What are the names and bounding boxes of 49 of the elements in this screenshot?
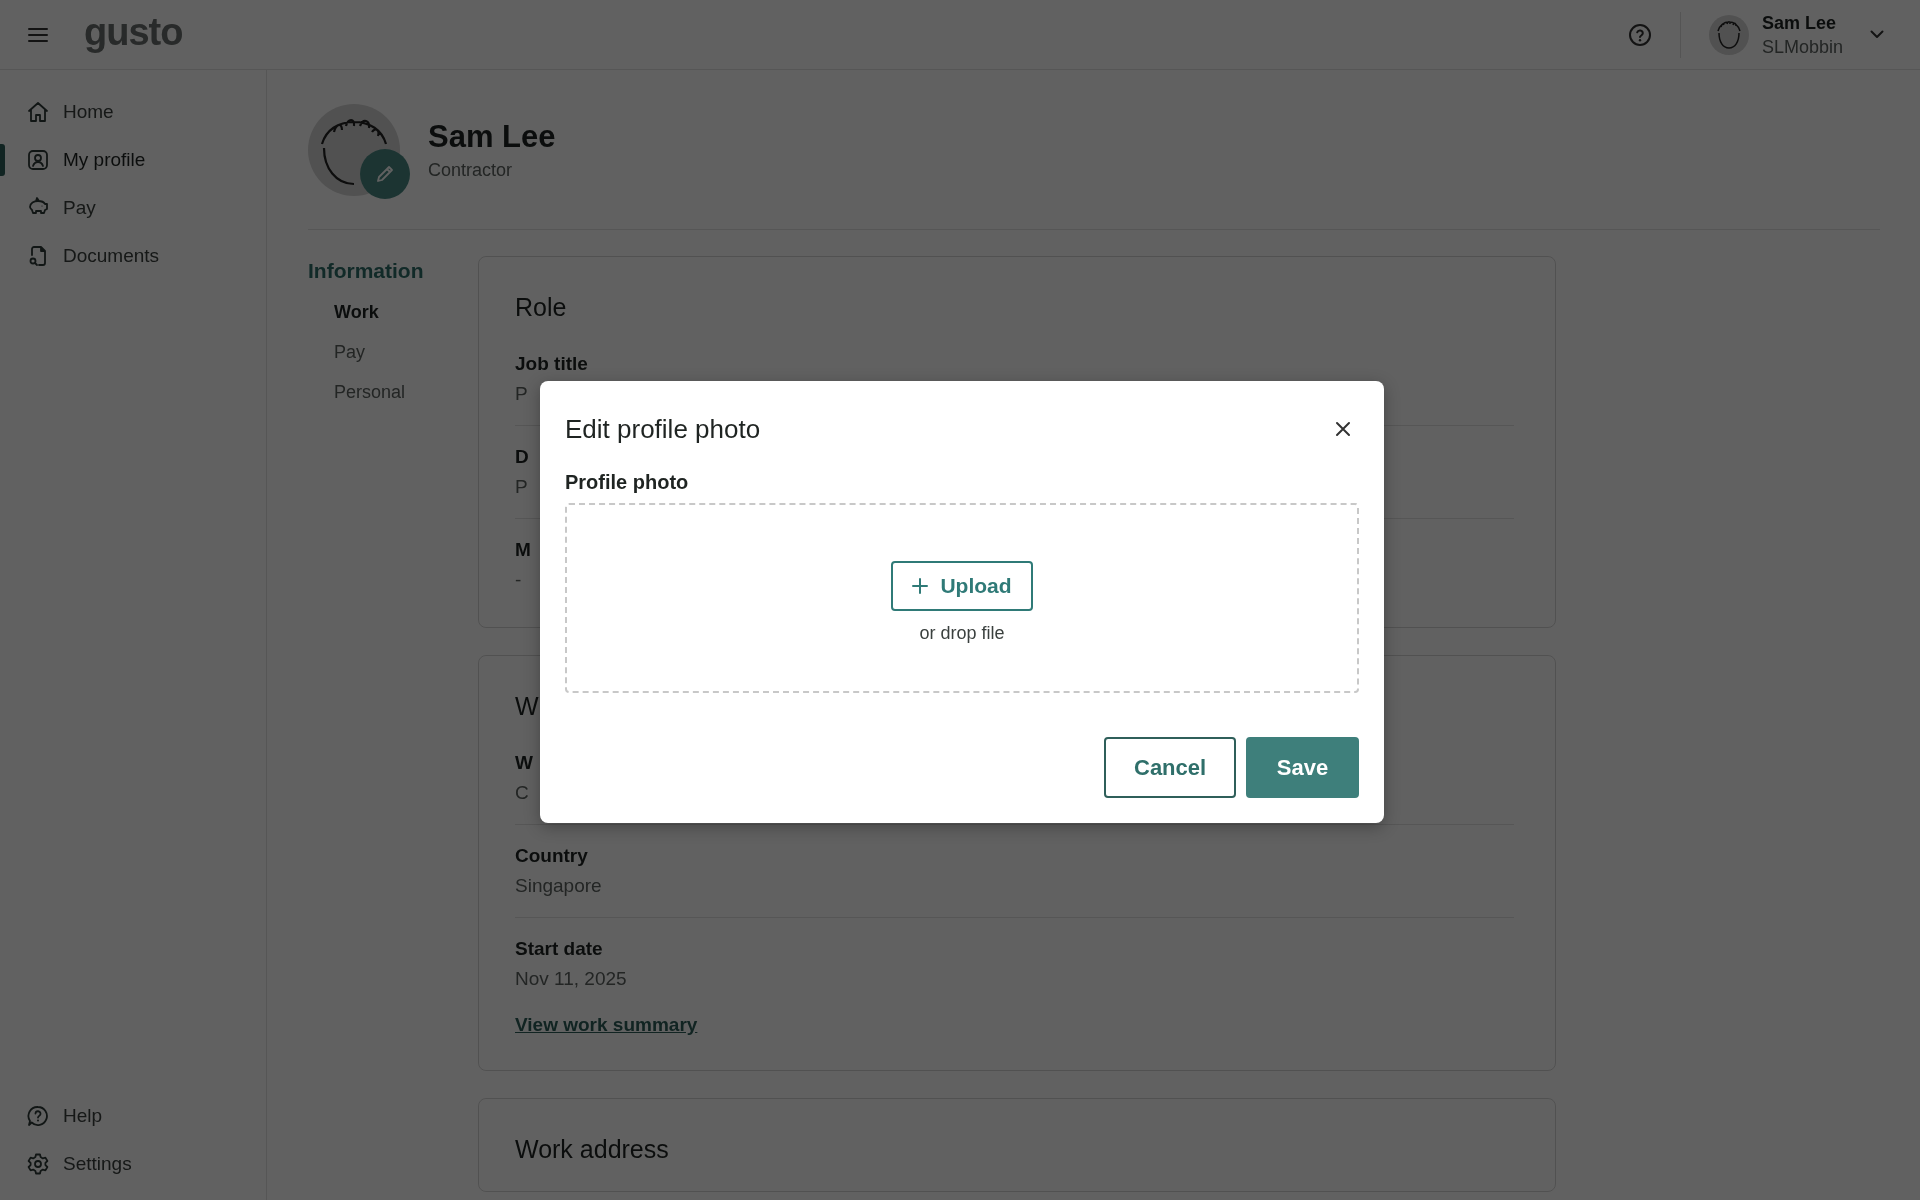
section-link[interactable]: Pay — [308, 332, 478, 372]
field-label: Country — [515, 844, 588, 868]
sidebar-item[interactable]: My profile — [0, 136, 266, 184]
chevron-down-icon[interactable] — [1870, 30, 1884, 39]
account-menu[interactable]: Sam Lee SLMobbin — [1708, 10, 1884, 59]
username: SLMobbin — [1761, 35, 1843, 59]
card-title: Role — [515, 292, 567, 323]
settings-icon — [26, 1152, 50, 1176]
avatar-icon — [1708, 14, 1749, 55]
user-name: Sam Lee — [1761, 11, 1837, 35]
help-icon — [26, 1104, 50, 1128]
field-label: Profile photo — [565, 470, 690, 495]
field-label: M — [515, 538, 531, 562]
profile-role: Contractor — [428, 158, 514, 182]
close-icon — [1335, 421, 1351, 437]
field-value: P — [515, 382, 528, 406]
field-value: - — [515, 568, 522, 592]
field-label: Job title — [515, 352, 588, 376]
save-button[interactable]: Save — [1246, 737, 1359, 798]
field-value: C — [515, 781, 529, 805]
field-label: D — [515, 445, 529, 469]
sidebar-item[interactable]: Pay — [0, 184, 266, 232]
cancel-button[interactable]: Cancel — [1104, 737, 1236, 798]
sidebar-item[interactable]: Documents — [0, 232, 266, 280]
logo[interactable]: gusto — [84, 12, 183, 51]
dialog-title: Edit profile photo — [565, 413, 761, 446]
field-label: Start date — [515, 937, 603, 961]
field-value: P — [515, 475, 528, 499]
profile-name: Sam Lee — [428, 117, 556, 156]
card-title: W — [515, 691, 539, 722]
help-icon[interactable] — [1627, 22, 1652, 47]
card-title: Work address — [515, 1134, 669, 1165]
upload-button[interactable]: Upload — [891, 560, 1033, 611]
section-link[interactable]: Personal — [308, 372, 478, 412]
field-label: W — [515, 751, 533, 775]
field-value: Nov 11, 2025 — [515, 967, 627, 991]
sidebar-item[interactable]: Help — [0, 1092, 266, 1140]
plus-icon — [912, 577, 929, 594]
drop-hint: or drop file — [919, 622, 1005, 644]
sidebar-item[interactable]: Home — [0, 88, 266, 136]
menu-icon[interactable] — [28, 27, 48, 42]
sidebar-item[interactable]: Settings — [0, 1140, 266, 1188]
person-icon — [26, 148, 50, 172]
field-value: Singapore — [515, 874, 602, 898]
drop-zone[interactable]: Upload or drop file — [565, 503, 1359, 693]
section-link[interactable]: Work — [308, 292, 478, 332]
section-heading: Information — [308, 258, 425, 284]
home-icon — [26, 100, 50, 124]
work-summary-link[interactable]: View work summary — [515, 1010, 698, 1040]
